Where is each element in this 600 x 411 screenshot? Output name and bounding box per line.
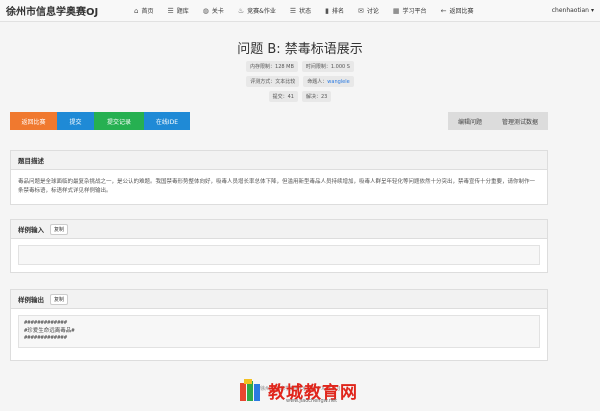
nav-learning-label: 学习平台 (402, 8, 427, 15)
nav-levels[interactable]: ◍ 关卡 (202, 6, 224, 16)
watermark-url: www.jiaochengw.net (286, 398, 338, 404)
action-bar: 返回比赛 提交 提交记录 在线IDE 编辑问题 管理测试数据 (10, 112, 548, 130)
submit-button[interactable]: 提交 (57, 112, 94, 130)
nav-discuss[interactable]: ✉ 讨论 (358, 6, 379, 16)
limits-row: 内存限制：128 MB 时间限制：1.000 S (0, 61, 600, 72)
sample-output-box: ############# #珍爱生命远离毒品# ############# (18, 315, 540, 349)
arrow-left-icon: ← (440, 6, 447, 15)
description-panel: 题目描述 毒品问题是全球面临的最复杂挑战之一，是公认的难题。我国禁毒形势整体向好… (10, 150, 548, 205)
list-icon: ☰ (167, 6, 174, 15)
description-text: 毒品问题是全球面临的最复杂挑战之一，是公认的难题。我国禁毒形势整体向好，吸毒人员… (18, 179, 536, 194)
list2-icon: ☰ (289, 6, 297, 15)
home-icon: ⌂ (134, 6, 139, 15)
nav-status[interactable]: ☰ 状态 (289, 6, 312, 16)
nav-problemset[interactable]: ☰ 题库 (167, 6, 189, 16)
copy-output-button[interactable]: 复制 (50, 293, 69, 305)
sample-output-panel: 样例输出 复制 ############# #珍爱生命远离毒品# ########… (10, 289, 548, 361)
online-ide-button[interactable]: 在线IDE (144, 112, 190, 130)
manage-testdata-button[interactable]: 管理测试数据 (491, 112, 548, 130)
fire-icon: ♨ (237, 6, 245, 15)
nav-home-label: 首页 (141, 8, 154, 15)
copy-input-button[interactable]: 复制 (50, 223, 69, 235)
admin-actions: 编辑问题 管理测试数据 (447, 112, 548, 130)
sample-input-title: 样例输入 (18, 226, 44, 234)
nav-levels-label: 关卡 (211, 8, 224, 15)
nav-contests-label: 竞赛&作业 (247, 8, 276, 15)
nav-status-label: 状态 (299, 8, 312, 15)
sample-input-box (18, 245, 540, 265)
judge-method-badge: 评测方式：文本比较 (246, 76, 300, 87)
judge-row: 评测方式：文本比较 命题人：wanglele (0, 76, 600, 87)
nav-back-contest-label: 返回比赛 (449, 8, 474, 15)
primary-actions: 返回比赛 提交 提交记录 在线IDE (10, 112, 190, 130)
sample-output-heading: 样例输出 复制 (11, 290, 547, 309)
nav-ranking-label: 排名 (332, 8, 345, 15)
user-menu[interactable]: chenhaotian ▾ (552, 7, 594, 14)
top-navbar: 徐州市信息学奥赛OJ ⌂ 首页 ☰ 题库 ◍ 关卡 ♨ 竞赛&作业 ☰ 状态 ▮ 排名 ✉ 讨… (0, 0, 600, 22)
back-to-contest-button[interactable]: 返回比赛 (10, 112, 57, 130)
nav-home[interactable]: ⌂ 首页 (134, 6, 154, 16)
caret-down-icon: ▾ (590, 7, 594, 14)
time-limit-badge: 时间限制：1.000 S (301, 61, 354, 72)
description-heading: 题目描述 (11, 151, 547, 170)
sample-input-heading: 样例输入 复制 (11, 220, 547, 239)
nav-ranking[interactable]: ▮ 排名 (325, 6, 345, 16)
description-title: 题目描述 (18, 157, 44, 165)
nav-back-contest[interactable]: ← 返回比赛 (440, 6, 474, 16)
watermark-book-icon (238, 378, 264, 403)
author-link[interactable]: wanglele (327, 79, 349, 85)
watermark: 教城教育网 www.jiaochengw.net (238, 378, 358, 404)
solved-count-badge: 解决：23 (302, 91, 332, 102)
author-badge: 命题人：wanglele (303, 76, 354, 87)
bar-chart-icon: ▮ (325, 6, 330, 15)
stats-row: 提交：41 解决：23 (0, 91, 600, 102)
nav-learning[interactable]: ▦ 学习平台 (392, 6, 427, 16)
output-line: ############# (24, 335, 68, 342)
comments-icon: ✉ (358, 6, 364, 15)
site-brand[interactable]: 徐州市信息学奥赛OJ (6, 3, 134, 18)
globe-icon: ◍ (202, 6, 209, 15)
problem-title: 问题 B: 禁毒标语展示 (237, 42, 363, 57)
author-label: 命题人： (307, 79, 328, 85)
memory-limit-badge: 内存限制：128 MB (246, 61, 298, 72)
sample-output-title: 样例输出 (18, 296, 44, 304)
output-line: ############# (24, 320, 68, 326)
submission-records-button[interactable]: 提交记录 (94, 112, 144, 130)
edit-problem-button[interactable]: 编辑问题 (447, 112, 492, 130)
map-icon: ▦ (392, 6, 400, 15)
output-line: #珍爱生命远离毒品# (24, 327, 75, 334)
sample-input-panel: 样例输入 复制 (10, 219, 548, 273)
nav-discuss-label: 讨论 (366, 8, 379, 15)
submit-count-badge: 提交：41 (268, 91, 298, 102)
nav-contests[interactable]: ♨ 竞赛&作业 (237, 6, 276, 16)
nav-problemset-label: 题库 (176, 8, 189, 15)
username: chenhaotian (551, 7, 589, 14)
